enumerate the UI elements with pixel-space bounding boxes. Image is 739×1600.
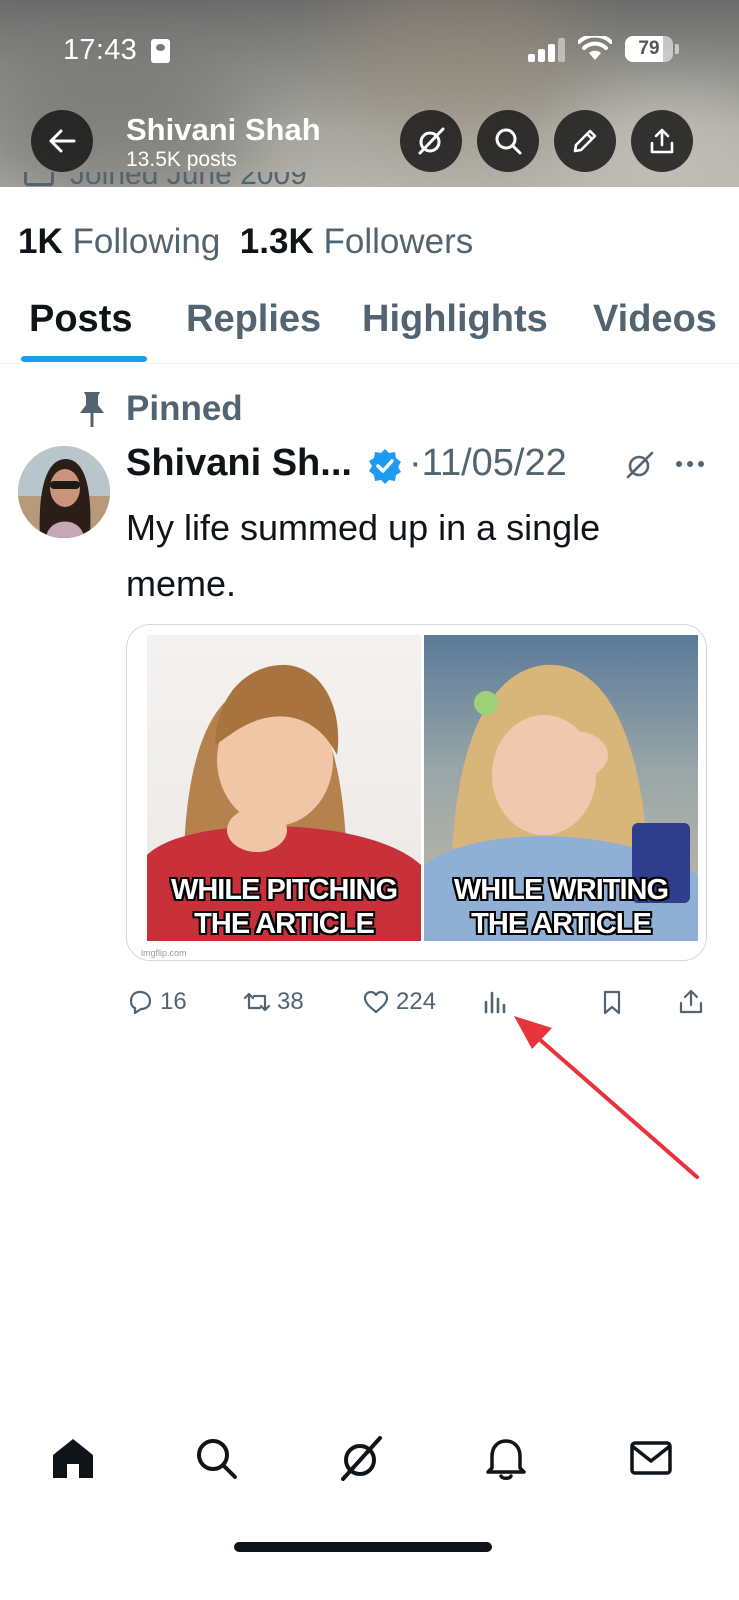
tab-highlights[interactable]: Highlights — [362, 298, 548, 341]
header-posts-count: 13.5K posts — [126, 148, 237, 171]
share-post-button[interactable] — [677, 985, 705, 1019]
followers-link[interactable]: 1.3K Followers — [240, 222, 473, 261]
home-icon[interactable] — [49, 1434, 97, 1482]
like-button[interactable]: 224 — [362, 985, 436, 1019]
grok-icon[interactable] — [624, 449, 656, 481]
meme-caption-left: WHILE PITCHING THE ARTICLE — [170, 874, 398, 940]
more-options-icon[interactable] — [675, 457, 705, 471]
meme-panel-right: WHILE WRITING THE ARTICLE — [424, 635, 698, 941]
share-icon — [650, 128, 674, 154]
following-label: Following — [72, 222, 221, 261]
verified-badge-icon — [369, 449, 401, 484]
back-arrow-icon — [49, 129, 76, 153]
joined-date: Joined June 2009 — [70, 172, 307, 191]
bookmark-icon — [603, 990, 621, 1015]
search-icon — [495, 128, 522, 155]
repost-count: 38 — [277, 988, 304, 1015]
tab-videos[interactable]: Videos — [593, 298, 717, 341]
views-icon — [484, 991, 506, 1014]
back-button[interactable] — [31, 110, 93, 172]
pinned-label: Pinned — [126, 389, 243, 428]
profile-header: 17:43 79 Shivani Shah 13.5K posts — [0, 0, 739, 187]
following-count: 1K — [18, 222, 63, 261]
views-button[interactable] — [481, 985, 509, 1019]
following-link[interactable]: 1K Following — [18, 222, 220, 261]
share-button[interactable] — [631, 110, 693, 172]
avatar[interactable] — [18, 446, 110, 538]
header-profile-name: Shivani Shah — [126, 112, 321, 147]
notifications-icon[interactable] — [482, 1434, 530, 1482]
like-icon — [363, 990, 389, 1014]
battery-percent: 79 — [638, 38, 660, 59]
repost-button[interactable]: 38 — [243, 985, 304, 1019]
media-watermark: imgflip.com — [141, 948, 187, 958]
tab-replies[interactable]: Replies — [186, 298, 321, 341]
meme-panel-left: WHILE PITCHING THE ARTICLE — [147, 635, 421, 941]
grok-icon[interactable] — [337, 1434, 385, 1482]
share-icon — [679, 989, 703, 1014]
battery-icon: 79 — [625, 36, 673, 62]
contact-card-icon — [151, 39, 170, 63]
grok-button[interactable] — [400, 110, 462, 172]
cellular-signal-icon — [528, 38, 568, 62]
status-time: 17:43 — [63, 34, 138, 66]
messages-icon[interactable] — [627, 1434, 675, 1482]
active-tab-indicator — [21, 356, 147, 362]
post-media-image[interactable]: WHILE PITCHING THE ARTICLE WHILE WRITING… — [126, 624, 707, 961]
followers-label: Followers — [323, 222, 474, 261]
follow-stats: 1K Following 1.3K Followers — [18, 222, 473, 262]
repost-icon — [243, 992, 271, 1012]
bookmark-button[interactable] — [598, 985, 626, 1019]
meme-caption-right: WHILE WRITING THE ARTICLE — [453, 874, 669, 940]
search-icon[interactable] — [192, 1434, 240, 1482]
reply-icon — [129, 990, 152, 1015]
like-count: 224 — [396, 988, 437, 1015]
edit-button[interactable] — [554, 110, 616, 172]
wifi-icon — [578, 36, 612, 60]
grok-icon — [418, 127, 445, 155]
joined-date-peek: Joined June 2009 — [20, 172, 420, 192]
edit-icon — [573, 129, 597, 153]
home-indicator — [234, 1542, 492, 1552]
search-button[interactable] — [477, 110, 539, 172]
calendar-icon — [24, 172, 54, 186]
tab-posts[interactable]: Posts — [29, 298, 132, 341]
reply-count: 16 — [160, 988, 187, 1015]
post-author[interactable]: Shivani Sh... — [126, 442, 352, 485]
profile-tabs: Posts Replies Highlights Videos — [0, 290, 739, 364]
post-date[interactable]: ·11/05/22 — [409, 442, 567, 485]
reply-button[interactable]: 16 — [126, 985, 187, 1019]
post-text: My life summed up in a single meme. — [126, 507, 601, 604]
followers-count: 1.3K — [239, 222, 314, 261]
bottom-navigation — [0, 1428, 739, 1498]
pin-icon — [80, 392, 104, 427]
